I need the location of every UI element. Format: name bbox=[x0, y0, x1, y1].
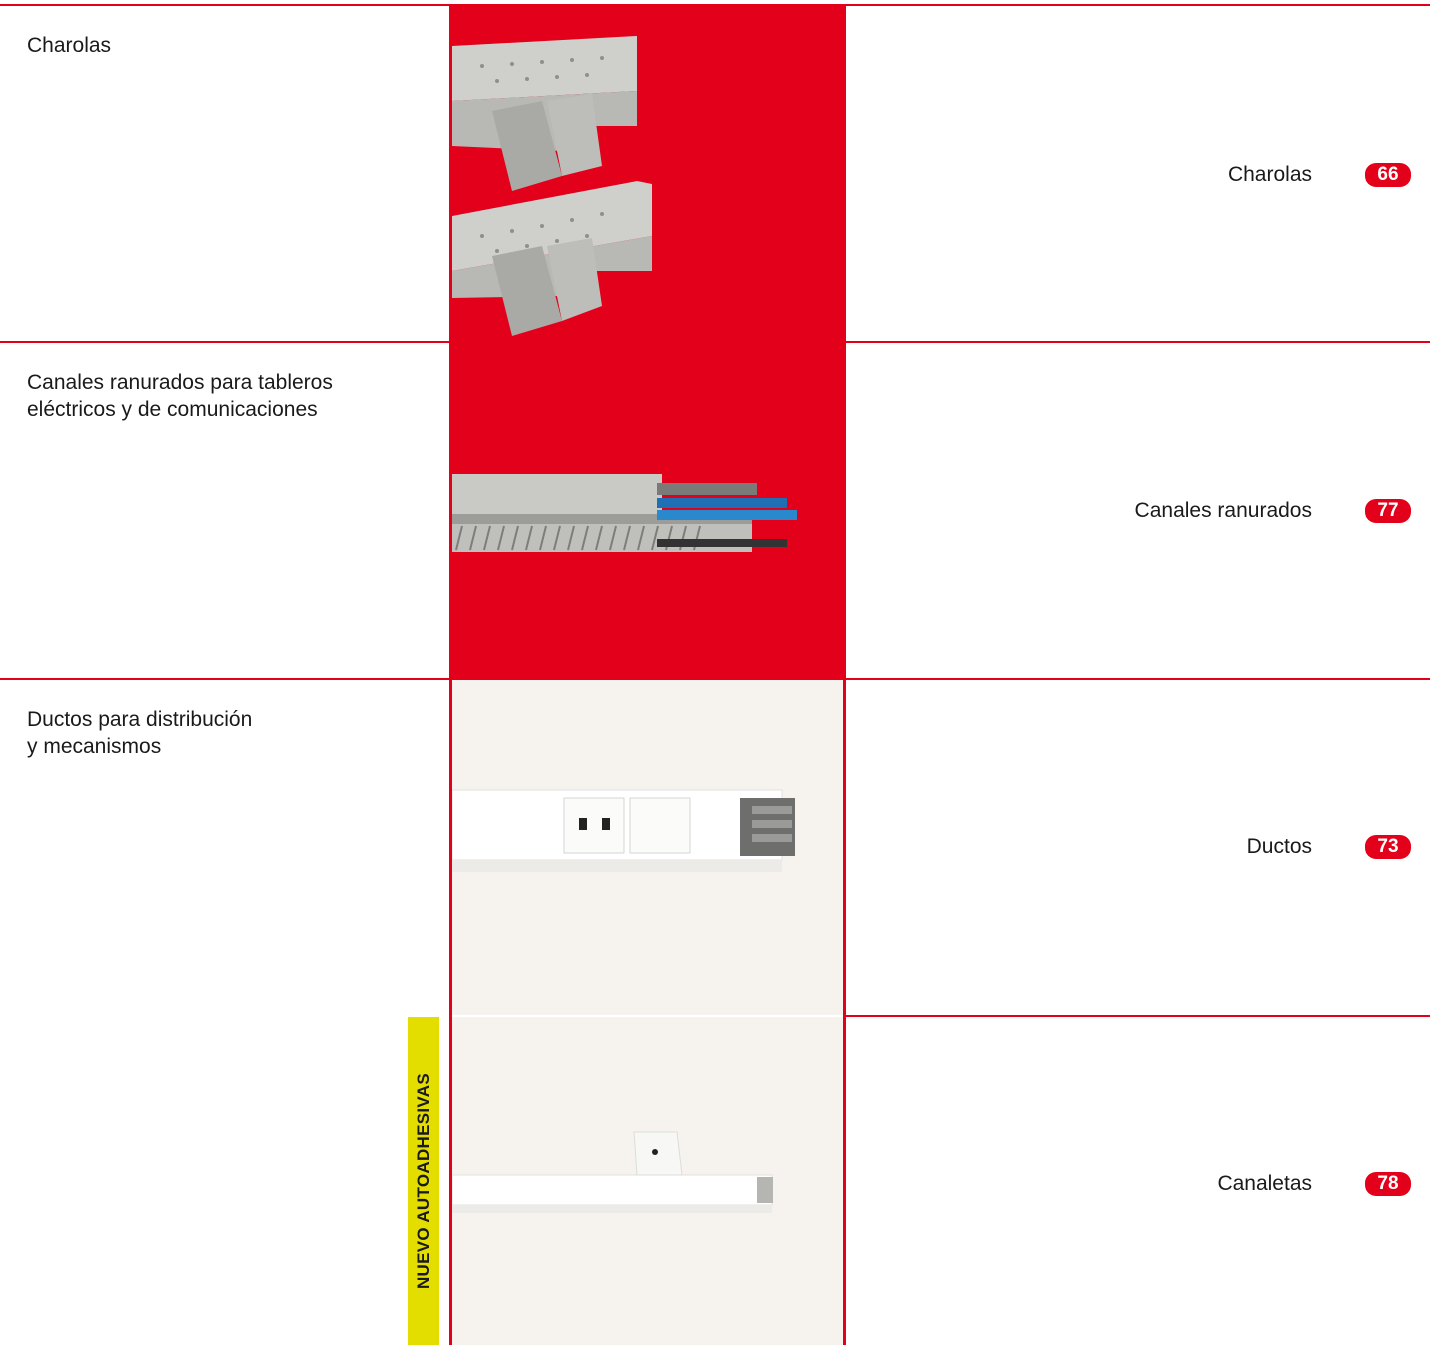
page-badge-canales[interactable]: 77 bbox=[1365, 499, 1411, 523]
divider-col-1 bbox=[449, 4, 452, 1345]
canales-ranurados-image bbox=[452, 343, 844, 678]
new-autoadhesive-tag: NUEVO AUTOADHESIVAS bbox=[408, 1017, 439, 1345]
page-badge-canaletas[interactable]: 78 bbox=[1365, 1172, 1411, 1196]
canaletas-image bbox=[452, 1017, 844, 1345]
page-badge-ductos[interactable]: 73 bbox=[1365, 835, 1411, 859]
category-title-canales: Canales ranurados para tableros eléctric… bbox=[27, 369, 333, 423]
category-title-line: y mecanismos bbox=[27, 735, 162, 758]
link-canales-ranurados[interactable]: Canales ranurados bbox=[1135, 499, 1312, 523]
category-title-line: Canales ranurados para tableros bbox=[27, 371, 333, 394]
link-ductos[interactable]: Ductos bbox=[1247, 835, 1312, 859]
ductos-image bbox=[452, 680, 844, 1015]
link-canaletas[interactable]: Canaletas bbox=[1217, 1172, 1312, 1196]
category-title-line: eléctricos y de comunicaciones bbox=[27, 398, 318, 421]
charolas-image bbox=[452, 6, 844, 341]
category-title-text: Charolas bbox=[27, 34, 112, 57]
divider-col-2 bbox=[843, 4, 846, 1345]
category-title-ductos: Ductos para distribución y mecanismos bbox=[27, 706, 252, 760]
page-badge-charolas[interactable]: 66 bbox=[1365, 163, 1411, 187]
tag-label: NUEVO AUTOADHESIVAS bbox=[413, 1072, 433, 1290]
category-title-charolas: Charolas bbox=[27, 32, 111, 59]
link-charolas[interactable]: Charolas bbox=[1228, 163, 1312, 187]
divider-row-3 bbox=[845, 1015, 1430, 1017]
category-title-line: Ductos para distribución bbox=[27, 708, 253, 731]
